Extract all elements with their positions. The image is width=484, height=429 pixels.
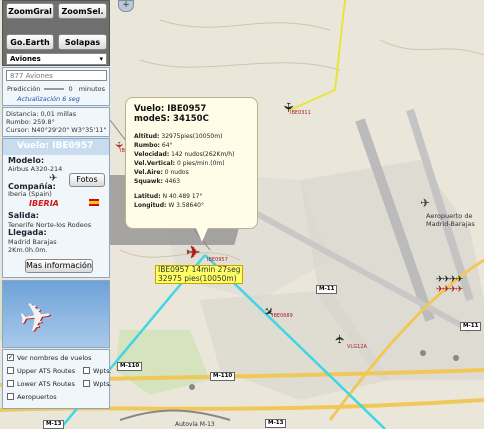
zoom-plus-icon[interactable]: + <box>118 0 134 12</box>
map-marker-icon <box>453 355 459 361</box>
road-name: Autovía M-13 <box>175 421 215 428</box>
parked-planes: ✈✈✈✈ <box>436 285 463 295</box>
airports-label: Aeropuertos <box>17 393 57 401</box>
map-marker-icon <box>189 384 195 390</box>
upper-ats-checkbox[interactable] <box>7 367 14 374</box>
airport-icon: ✈ <box>420 196 431 210</box>
model-label: Modelo: <box>8 156 45 165</box>
count-select-value: 877 Aviones <box>10 72 53 80</box>
spain-flag-icon <box>89 199 99 206</box>
iberia-logo: IBERIA <box>29 199 59 208</box>
upper-wpts-checkbox[interactable] <box>83 367 90 374</box>
more-info-button[interactable]: Mas información <box>25 259 93 273</box>
route-distance: 2Km.0h.0m. <box>8 246 48 254</box>
arrival-label: Llegada: <box>8 228 47 237</box>
popup-squawk-row: Squawk: 4463 <box>134 178 181 185</box>
plane-label: IBE0689 <box>272 313 293 319</box>
zoom-sel-button[interactable]: ZoomSel. <box>58 3 107 19</box>
lower-wpts-label: Wpts. <box>93 380 112 388</box>
airports-checkbox[interactable] <box>7 393 14 400</box>
prediction-unit: minutos <box>78 85 105 93</box>
departure-label: Salida: <box>8 211 39 220</box>
zoom-gral-button[interactable]: ZoomGral <box>6 3 54 19</box>
parked-planes: ✈✈✈✈ <box>436 275 463 285</box>
map-marker-icon <box>420 350 426 356</box>
flight-label[interactable]: IBE0957 14min 27seg 32975 pies(10050m) <box>155 265 244 284</box>
popup-flight: Vuelo: IBE0957 <box>134 104 207 114</box>
filter-select[interactable]: Aviones ▾ <box>6 53 107 65</box>
prediction-label: Predicción <box>7 85 41 93</box>
popup-vspeed-row: Vel.Vertical: 0 pies/min.(0m) <box>134 160 225 167</box>
info-title: Vuelo: IBE0957 <box>17 141 94 151</box>
prediction-slider[interactable] <box>44 88 65 90</box>
go-earth-button[interactable]: Go.Earth <box>6 34 54 50</box>
road-label: M-110 <box>210 372 236 381</box>
popup-lat-row: Latitud: N 40.489 17° <box>134 193 203 200</box>
aircraft-photo[interactable]: ✈ <box>2 280 110 348</box>
count-select[interactable]: 877 Aviones <box>6 70 107 81</box>
show-names-label: Ver nombres de vuelos <box>17 354 92 362</box>
upper-ats-label: Upper ATS Routes <box>17 367 76 375</box>
model-value: Airbus A320-214 <box>8 165 63 173</box>
popup-pointer <box>196 228 208 242</box>
control-panel: ZoomGral ZoomSel. Go.Earth Solapas Avion… <box>2 0 110 66</box>
photos-button[interactable]: Fotos <box>69 173 105 187</box>
lower-ats-checkbox[interactable] <box>7 380 14 387</box>
flight-info-panel: Vuelo: IBE0957 Modelo: Airbus A320-214 ✈… <box>2 138 110 278</box>
lower-wpts-checkbox[interactable] <box>83 380 90 387</box>
popup-lon-row: Longitud: W 3.58640° <box>134 202 204 209</box>
update-interval: Actualización 6 seg <box>17 95 80 103</box>
popup-altitude-row: Altitud: 32975pies(10050m) <box>134 133 223 140</box>
road-label: M-11 <box>460 322 482 331</box>
popup-airspeed-row: Vel.Aire: 0 nudos <box>134 169 189 176</box>
popup-speed-row: Velocidad: 142 nudos(262Km/h) <box>134 151 235 158</box>
distance-text: Distancia: 0,01 millas <box>6 110 77 118</box>
prediction-value: 0 <box>68 85 73 93</box>
arrival-value: Madrid Barajas <box>8 238 57 246</box>
lower-ats-label: Lower ATS Routes <box>17 380 75 388</box>
prediction-row: Predicción 0 minutos <box>7 85 105 93</box>
heading-text: Rumbo: 259.8° <box>6 118 55 126</box>
popup-heading-row: Rumbo: 64° <box>134 142 173 149</box>
stats-panel: Distancia: 0,01 millas Rumbo: 259.8° Cur… <box>2 107 110 137</box>
flight-label-line2: 32975 pies(10050m) <box>158 273 237 283</box>
road-label: M-11 <box>316 285 338 294</box>
popup-modes: modeS: 34150C <box>134 114 209 124</box>
airplane-photo-icon: ✈ <box>15 292 56 344</box>
chevron-down-icon: ▾ <box>99 55 103 63</box>
airport-label: Aeropuerto de Madrid-Barajas <box>426 212 475 228</box>
plane-icon[interactable]: ✈ <box>333 334 347 344</box>
upper-wpts-label: Wpts. <box>93 367 112 375</box>
company-value: Iberia (Spain) <box>8 190 52 198</box>
road-label: M-13 <box>43 420 65 429</box>
options-panel: ✓ Ver nombres de vuelos Upper ATS Routes… <box>2 349 112 409</box>
plane-label: IBE0311 <box>290 110 311 116</box>
show-names-checkbox[interactable]: ✓ <box>7 354 14 361</box>
cursor-text: Cursor: N40°29'20" W3°35'11" <box>6 126 107 134</box>
road-label: M-110 <box>117 362 143 371</box>
info-body: Modelo: Airbus A320-214 ✈ Compañía: Iber… <box>3 155 109 277</box>
tabs-button[interactable]: Solapas <box>58 34 107 50</box>
filter-select-value: Aviones <box>10 55 41 63</box>
plane-label: IBE0957 <box>207 257 228 263</box>
plane-label: VLG12A <box>347 344 367 350</box>
aircraft-panel: 877 Aviones Predicción 0 minutos Actuali… <box>2 67 110 106</box>
flight-popup: Vuelo: IBE0957 modeS: 34150C Altitud: 32… <box>125 97 258 229</box>
road-label: M-13 <box>265 419 287 428</box>
